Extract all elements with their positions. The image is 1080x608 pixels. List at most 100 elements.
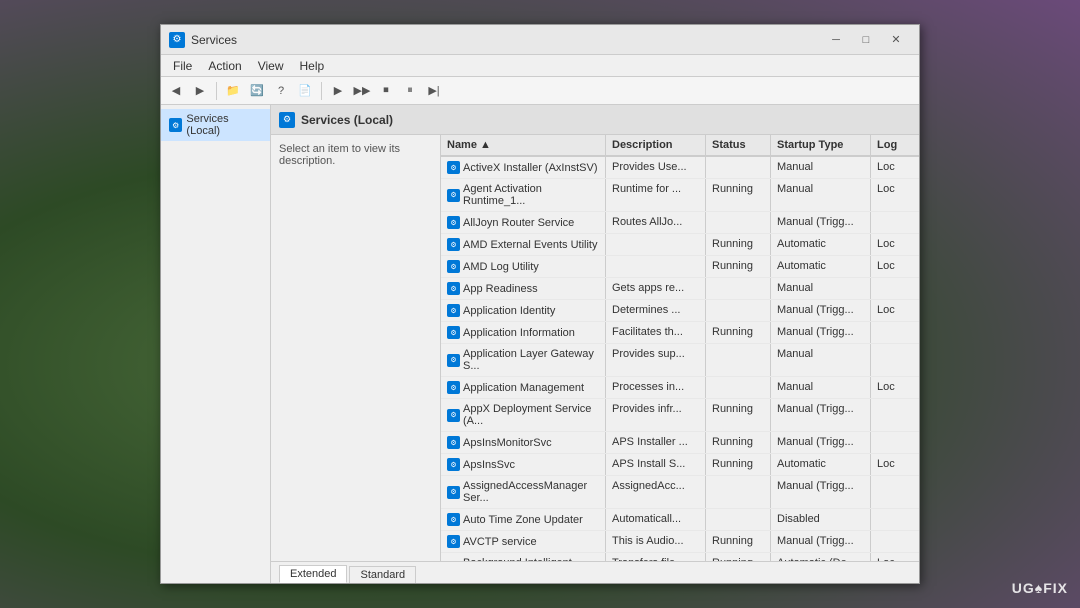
- col-header-startup[interactable]: Startup Type: [771, 135, 871, 155]
- col-header-logon[interactable]: Log: [871, 135, 911, 155]
- table-row[interactable]: ⚙ Application Management Processes in...…: [441, 377, 919, 399]
- service-startup: Manual: [771, 157, 871, 178]
- service-startup: Manual (Trigg...: [771, 399, 871, 431]
- sidebar-item-services-local[interactable]: ⚙ Services (Local): [161, 109, 270, 141]
- service-logon: Loc: [871, 300, 911, 321]
- service-desc: Processes in...: [606, 377, 706, 398]
- toolbar-export[interactable]: 📄: [294, 80, 316, 102]
- service-name: AMD Log Utility: [463, 261, 539, 273]
- service-logon: [871, 509, 911, 530]
- panel-header-title: Services (Local): [301, 113, 393, 127]
- tab-extended[interactable]: Extended: [279, 565, 347, 583]
- stop-service-button[interactable]: ⏹: [375, 80, 397, 102]
- col-header-desc[interactable]: Description: [606, 135, 706, 155]
- service-name: ApsInsSvc: [463, 459, 515, 471]
- service-icon: ⚙: [447, 326, 460, 339]
- sidebar: ⚙ Services (Local): [161, 105, 271, 583]
- service-name: ActiveX Installer (AxInstSV): [463, 162, 598, 174]
- service-startup: Automatic (De...: [771, 553, 871, 561]
- description-text: Select an item to view its description.: [279, 143, 400, 167]
- service-desc: Provides infr...: [606, 399, 706, 431]
- toolbar-refresh[interactable]: 🔄: [246, 80, 268, 102]
- toolbar-separator-1: [216, 82, 217, 100]
- close-button[interactable]: ✕: [881, 30, 911, 50]
- title-bar: ⚙ Services ─ □ ✕: [161, 25, 919, 55]
- service-desc: AssignedAcc...: [606, 476, 706, 508]
- service-startup: Manual: [771, 278, 871, 299]
- forward-button[interactable]: ▶: [189, 80, 211, 102]
- menu-action[interactable]: Action: [200, 57, 249, 75]
- service-logon: [871, 212, 911, 233]
- description-panel: Select an item to view its description.: [271, 135, 441, 561]
- service-startup: Automatic: [771, 234, 871, 255]
- restart-service-button[interactable]: ▶|: [423, 80, 445, 102]
- toolbar: ◀ ▶ 📁 🔄 ? 📄 ▶ ▶▶ ⏹ ⏸ ▶|: [161, 77, 919, 105]
- table-row[interactable]: ⚙ AssignedAccessManager Ser... AssignedA…: [441, 476, 919, 509]
- service-icon: ⚙: [447, 409, 460, 422]
- minimize-button[interactable]: ─: [821, 30, 851, 50]
- toolbar-browse[interactable]: 📁: [222, 80, 244, 102]
- table-row[interactable]: ⚙ AMD Log Utility Running Automatic Loc: [441, 256, 919, 278]
- col-header-status[interactable]: Status: [706, 135, 771, 155]
- table-row[interactable]: ⚙ ApsInsSvc APS Install S... Running Aut…: [441, 454, 919, 476]
- service-desc: APS Installer ...: [606, 432, 706, 453]
- table-row[interactable]: ⚙ AVCTP service This is Audio... Running…: [441, 531, 919, 553]
- service-icon: ⚙: [447, 260, 460, 273]
- main-content: ⚙ Services (Local) ⚙ Services (Local) Se…: [161, 105, 919, 583]
- service-startup: Manual (Trigg...: [771, 476, 871, 508]
- table-body[interactable]: ⚙ ActiveX Installer (AxInstSV) Provides …: [441, 157, 919, 561]
- service-name: App Readiness: [463, 283, 538, 295]
- table-row[interactable]: ⚙ ApsInsMonitorSvc APS Installer ... Run…: [441, 432, 919, 454]
- toolbar-help[interactable]: ?: [270, 80, 292, 102]
- pause-service-button[interactable]: ⏸: [399, 80, 421, 102]
- service-startup: Manual: [771, 179, 871, 211]
- service-status: Running: [706, 322, 771, 343]
- table-row[interactable]: ⚙ Auto Time Zone Updater Automaticall...…: [441, 509, 919, 531]
- menu-bar: File Action View Help: [161, 55, 919, 77]
- service-startup: Manual (Trigg...: [771, 300, 871, 321]
- service-status: Running: [706, 256, 771, 277]
- service-icon: ⚙: [447, 436, 460, 449]
- service-startup: Manual (Trigg...: [771, 212, 871, 233]
- service-desc: Determines ...: [606, 300, 706, 321]
- menu-view[interactable]: View: [250, 57, 292, 75]
- table-row[interactable]: ⚙ Application Information Facilitates th…: [441, 322, 919, 344]
- table-row[interactable]: ⚙ Agent Activation Runtime_1... Runtime …: [441, 179, 919, 212]
- service-icon: ⚙: [447, 304, 460, 317]
- table-row[interactable]: ⚙ Background Intelligent Tran... Transfe…: [441, 553, 919, 561]
- service-desc: Facilitates th...: [606, 322, 706, 343]
- maximize-button[interactable]: □: [851, 30, 881, 50]
- table-row[interactable]: ⚙ AllJoyn Router Service Routes AllJo...…: [441, 212, 919, 234]
- table-row[interactable]: ⚙ Application Layer Gateway S... Provide…: [441, 344, 919, 377]
- start-service-button[interactable]: ▶: [327, 80, 349, 102]
- col-header-name[interactable]: Name ▲: [441, 135, 606, 155]
- service-status: [706, 157, 771, 178]
- service-logon: [871, 476, 911, 508]
- tab-standard[interactable]: Standard: [349, 566, 416, 583]
- table-row[interactable]: ⚙ AppX Deployment Service (A... Provides…: [441, 399, 919, 432]
- table-row[interactable]: ⚙ Application Identity Determines ... Ma…: [441, 300, 919, 322]
- service-logon: Loc: [871, 157, 911, 178]
- service-logon: [871, 399, 911, 431]
- menu-help[interactable]: Help: [292, 57, 333, 75]
- service-name: Application Information: [463, 327, 575, 339]
- service-startup: Manual (Trigg...: [771, 322, 871, 343]
- table-header: Name ▲ Description Status Startup Type L…: [441, 135, 919, 157]
- service-status: [706, 300, 771, 321]
- service-status: [706, 377, 771, 398]
- services-table-container: Name ▲ Description Status Startup Type L…: [441, 135, 919, 561]
- service-startup: Manual: [771, 377, 871, 398]
- service-name: AllJoyn Router Service: [463, 217, 574, 229]
- table-row[interactable]: ⚙ ActiveX Installer (AxInstSV) Provides …: [441, 157, 919, 179]
- service-status: [706, 278, 771, 299]
- menu-file[interactable]: File: [165, 57, 200, 75]
- table-row[interactable]: ⚙ App Readiness Gets apps re... Manual: [441, 278, 919, 300]
- panel-body: Select an item to view its description. …: [271, 135, 919, 561]
- resume-service-button[interactable]: ▶▶: [351, 80, 373, 102]
- table-row[interactable]: ⚙ AMD External Events Utility Running Au…: [441, 234, 919, 256]
- service-status: [706, 344, 771, 376]
- service-startup: Automatic: [771, 454, 871, 475]
- back-button[interactable]: ◀: [165, 80, 187, 102]
- service-name: Application Identity: [463, 305, 555, 317]
- watermark: UG♠FIX: [1012, 580, 1068, 596]
